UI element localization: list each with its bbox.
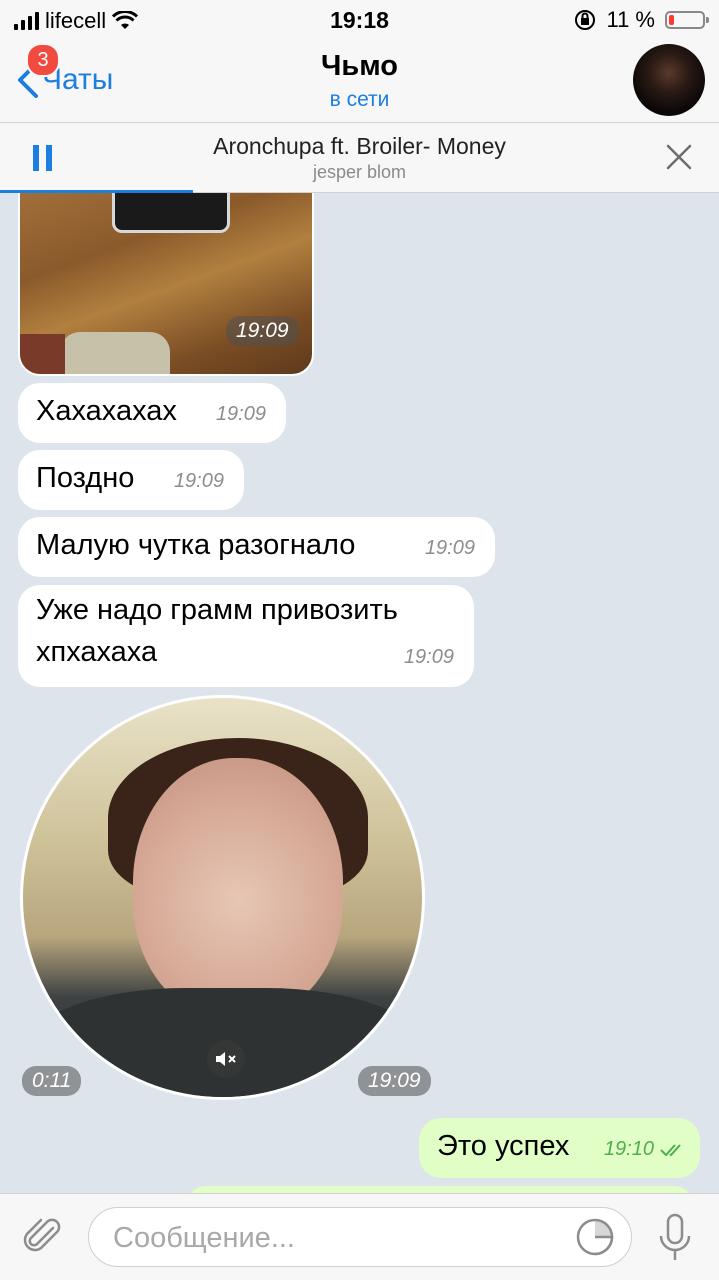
message-time: 19:09 <box>215 403 266 425</box>
message-text-line2: хпхахаха <box>36 636 158 668</box>
double-check-icon <box>660 1144 681 1157</box>
status-right: 11 % <box>574 7 709 33</box>
chat-title[interactable]: Чьмо <box>0 50 719 83</box>
message-text: Уже надо грамм привозить <box>36 594 398 626</box>
message-input-bar <box>0 1193 719 1280</box>
message-field[interactable] <box>88 1207 632 1267</box>
message-bubble[interactable]: Хахахахах 19:09 <box>18 383 286 443</box>
chat-header: Чаты 3 Чьмо в сети <box>0 40 719 123</box>
message-time: 19:10 <box>603 1138 654 1160</box>
status-bar: lifecell 19:18 11 % <box>0 0 719 40</box>
close-icon[interactable] <box>665 143 693 171</box>
battery-icon <box>665 11 709 29</box>
avatar[interactable] <box>633 44 705 116</box>
message-text: Малую чутка разогнало <box>36 529 356 561</box>
message-time: 19:09 <box>403 646 454 668</box>
message-text: Это успех <box>437 1130 570 1162</box>
track-title: Aronchupa ft. Broiler- Money <box>213 133 506 159</box>
message-time: 19:09 <box>424 537 475 559</box>
message-time: 19:09 <box>173 470 224 492</box>
online-status: в сети <box>329 88 390 111</box>
message-text: Поздно <box>36 462 135 494</box>
video-message[interactable] <box>20 695 425 1100</box>
message-bubble[interactable]: Поздно 19:09 <box>18 450 244 510</box>
outgoing-message-bubble-partial[interactable] <box>186 1186 694 1193</box>
message-list[interactable]: 19:09 Хахахахах 19:09 Поздно 19:09 Малую… <box>0 193 719 1193</box>
track-artist: jesper blom <box>312 162 407 182</box>
outgoing-message-bubble[interactable]: Это успех 19:10 <box>419 1118 700 1178</box>
message-text: Хахахахах <box>36 395 177 427</box>
sticker-icon[interactable] <box>575 1217 615 1257</box>
rotation-lock-icon <box>575 10 596 30</box>
message-bubble[interactable]: Уже надо грамм привозить хпхахаха 19:09 <box>18 585 474 687</box>
photo-message[interactable]: 19:09 <box>18 193 314 376</box>
battery-percent: 11 % <box>606 7 655 32</box>
message-bubble[interactable]: Малую чутка разогнало 19:09 <box>18 517 495 577</box>
microphone-icon[interactable] <box>655 1212 695 1264</box>
message-time: 19:09 <box>226 316 299 346</box>
video-duration: 0:11 <box>22 1066 82 1096</box>
music-player-bar[interactable]: Aronchupa ft. Broiler- Money jesper blom <box>0 123 719 193</box>
message-input[interactable] <box>111 1218 555 1258</box>
message-time: 19:09 <box>358 1066 431 1096</box>
paperclip-icon[interactable] <box>20 1214 66 1260</box>
muted-icon[interactable] <box>207 1040 245 1078</box>
